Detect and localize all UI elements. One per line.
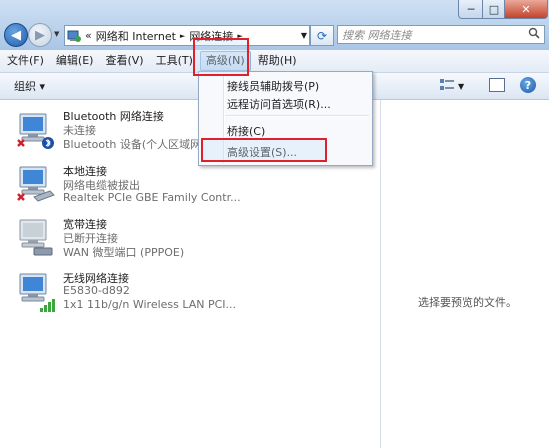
highlight-advanced-settings: [201, 138, 327, 162]
search-icon[interactable]: [528, 27, 540, 42]
menu-edit[interactable]: 编辑(E): [51, 51, 99, 71]
menu-file[interactable]: 文件(F): [2, 51, 49, 71]
highlight-advanced-menu: [193, 38, 249, 76]
connection-device: WAN 微型端口 (PPPOE): [63, 246, 185, 259]
help-button[interactable]: ?: [520, 77, 536, 93]
arrow-right-icon: ▶: [35, 27, 45, 43]
menu-bar: 文件(F) 编辑(E) 查看(V) 工具(T) 高级(N) 帮助(H): [0, 50, 549, 73]
organize-button[interactable]: 组织 ▾: [14, 78, 45, 94]
menu-help[interactable]: 帮助(H): [253, 51, 302, 71]
network-folder-icon: [65, 29, 83, 43]
list-item-wireless[interactable]: 无线网络连接 E5830-d892 1x1 11b/g/n Wireless L…: [16, 270, 376, 320]
connection-status: E5830-d892: [63, 284, 130, 297]
list-item-local[interactable]: 本地连接 网络电缆被拔出 Realtek PCIe GBE Family Con…: [16, 163, 376, 213]
network-computer-icon: [16, 165, 56, 205]
arrow-left-icon: ◀: [11, 27, 21, 43]
menu-item-bridge[interactable]: 桥接(C): [227, 123, 265, 139]
chevron-down-icon[interactable]: ▼: [458, 82, 464, 91]
menu-item-operator-assisted-dialing[interactable]: 接线员辅助拨号(P): [227, 78, 319, 94]
address-overflow[interactable]: «: [83, 29, 94, 42]
network-computer-icon: [16, 272, 56, 312]
forward-button[interactable]: ▶: [28, 23, 52, 47]
back-button[interactable]: ◀: [4, 23, 28, 47]
network-computer-icon: [16, 218, 56, 258]
view-details-icon: [440, 78, 454, 94]
network-computer-icon: [16, 110, 56, 150]
connection-device: Bluetooth 设备(个人区域网): [63, 138, 206, 151]
list-item-broadband[interactable]: 宽带连接 已断开连接 WAN 微型端口 (PPPOE): [16, 216, 376, 266]
menu-separator: [225, 115, 369, 117]
breadcrumb-separator-icon[interactable]: ►: [178, 32, 187, 40]
address-dropdown-icon[interactable]: ▼: [299, 31, 309, 40]
connection-device: 1x1 11b/g/n Wireless LAN PCI...: [63, 298, 237, 311]
maximize-button[interactable]: □: [482, 0, 506, 19]
preview-message: 选择要预览的文件。: [418, 296, 517, 309]
refresh-icon: ⟳: [316, 28, 328, 43]
help-icon: ?: [524, 78, 532, 92]
refresh-button[interactable]: ⟳: [310, 25, 334, 46]
recent-pages-dropdown[interactable]: ▼: [54, 30, 62, 38]
connection-device: Realtek PCIe GBE Family Contr...: [63, 191, 241, 204]
preview-pane: [381, 100, 549, 448]
search-placeholder: 搜索 网络连接: [342, 28, 412, 42]
breadcrumb-network-internet[interactable]: 网络和 Internet: [94, 28, 178, 44]
change-view-button[interactable]: ▼: [440, 76, 474, 96]
menu-view[interactable]: 查看(V): [100, 51, 148, 71]
search-input[interactable]: 搜索 网络连接: [337, 25, 545, 44]
menu-item-remote-access-preferences[interactable]: 远程访问首选项(R)...: [227, 96, 331, 112]
address-bar[interactable]: « 网络和 Internet ► 网络连接 ► ▼: [64, 25, 310, 46]
close-button[interactable]: ✕: [504, 0, 548, 19]
minimize-button[interactable]: ─: [458, 0, 484, 19]
menu-tools[interactable]: 工具(T): [151, 51, 198, 71]
preview-pane-button[interactable]: [489, 78, 505, 92]
